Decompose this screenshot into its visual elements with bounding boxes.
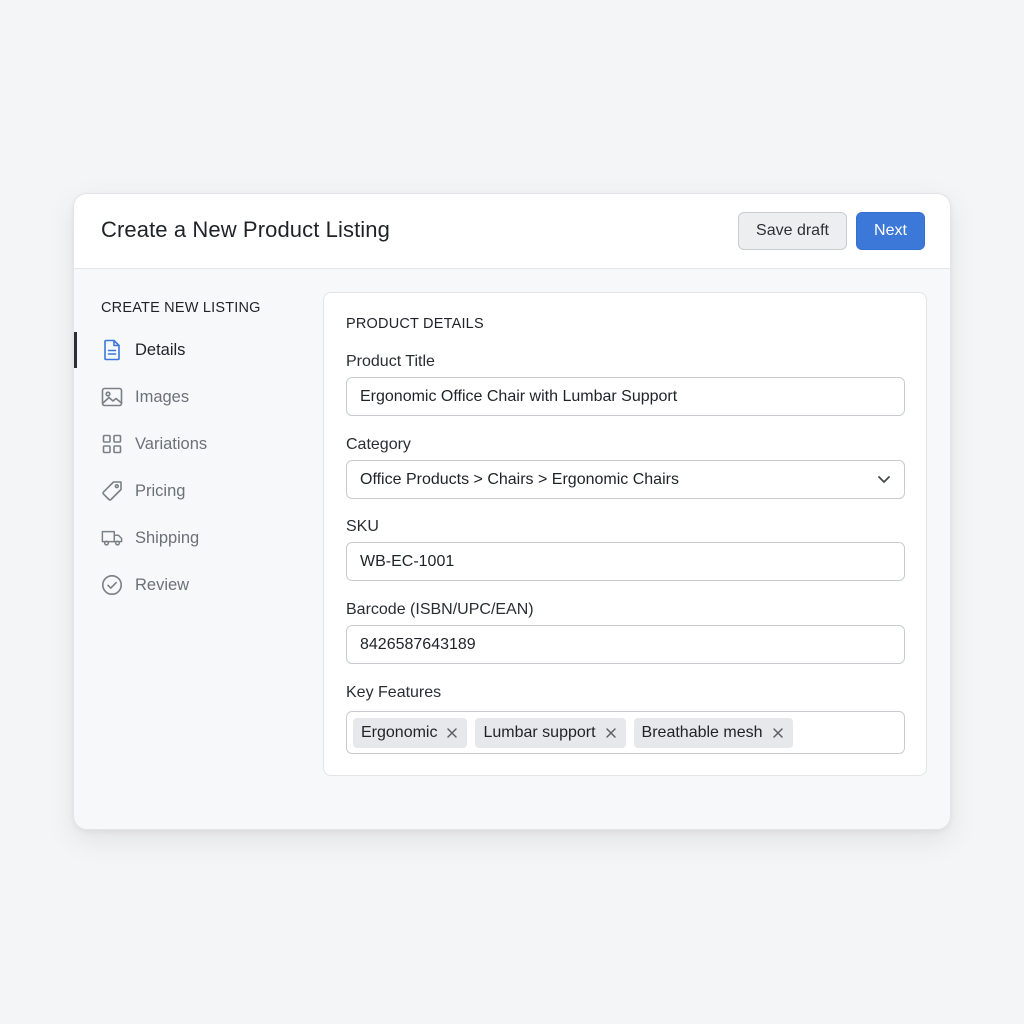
close-icon[interactable] <box>445 726 459 740</box>
feature-tag-label: Ergonomic <box>361 723 438 741</box>
check-circle-icon <box>101 574 123 596</box>
sidebar: CREATE NEW LISTING Details Images Variat… <box>74 270 322 829</box>
section-title: PRODUCT DETAILS <box>346 316 484 332</box>
key-features-label: Key Features <box>346 684 442 701</box>
sidebar-item-details[interactable]: Details <box>74 332 304 368</box>
sku-label: SKU <box>346 518 379 535</box>
grid-icon <box>101 433 123 455</box>
document-icon <box>101 339 123 361</box>
barcode-value: 8426587643189 <box>360 635 476 653</box>
sku-input[interactable]: WB-EC-1001 <box>346 542 905 581</box>
truck-icon <box>101 527 123 549</box>
save-draft-button[interactable]: Save draft <box>738 212 847 250</box>
sidebar-item-review[interactable]: Review <box>74 567 304 603</box>
sidebar-item-pricing[interactable]: Pricing <box>74 473 304 509</box>
category-value: Office Products > Chairs > Ergonomic Cha… <box>360 470 679 488</box>
sku-value: WB-EC-1001 <box>360 552 455 570</box>
sidebar-item-label: Shipping <box>135 528 200 547</box>
product-title-value: Ergonomic Office Chair with Lumbar Suppo… <box>360 387 678 405</box>
listing-card: Create a New Product Listing Save draft … <box>73 193 951 830</box>
sidebar-item-variations[interactable]: Variations <box>74 426 304 462</box>
header: Create a New Product Listing Save draft … <box>74 194 950 269</box>
feature-tag: Breathable mesh <box>633 717 793 748</box>
category-label: Category <box>346 436 411 453</box>
feature-tag: Ergonomic <box>353 717 468 748</box>
image-icon <box>101 386 123 408</box>
tag-icon <box>101 480 123 502</box>
feature-tag-label: Lumbar support <box>483 723 596 741</box>
sidebar-item-images[interactable]: Images <box>74 379 304 415</box>
next-button[interactable]: Next <box>856 212 925 250</box>
sidebar-item-shipping[interactable]: Shipping <box>74 520 304 556</box>
sidebar-item-label: Pricing <box>135 481 186 500</box>
key-features-input[interactable]: Ergonomic Lumbar support Breathable mesh <box>346 711 905 754</box>
feature-tag-label: Breathable mesh <box>641 723 763 741</box>
sidebar-item-label: Review <box>135 575 190 594</box>
sidebar-item-label: Details <box>135 340 186 359</box>
sidebar-item-label: Variations <box>135 434 208 453</box>
feature-tag: Lumbar support <box>475 717 626 748</box>
product-title-input[interactable]: Ergonomic Office Chair with Lumbar Suppo… <box>346 377 905 416</box>
close-icon[interactable] <box>771 726 785 740</box>
page-title: Create a New Product Listing <box>101 217 390 242</box>
barcode-input[interactable]: 8426587643189 <box>346 625 905 664</box>
category-select[interactable]: Office Products > Chairs > Ergonomic Cha… <box>346 460 905 499</box>
sidebar-item-label: Images <box>135 387 190 406</box>
chevron-down-icon <box>868 475 900 484</box>
sidebar-heading: CREATE NEW LISTING <box>101 300 261 316</box>
product-details-panel: PRODUCT DETAILS Product Title Ergonomic … <box>323 292 927 776</box>
close-icon[interactable] <box>604 726 618 740</box>
barcode-label: Barcode (ISBN/UPC/EAN) <box>346 601 534 618</box>
product-title-label: Product Title <box>346 353 435 370</box>
